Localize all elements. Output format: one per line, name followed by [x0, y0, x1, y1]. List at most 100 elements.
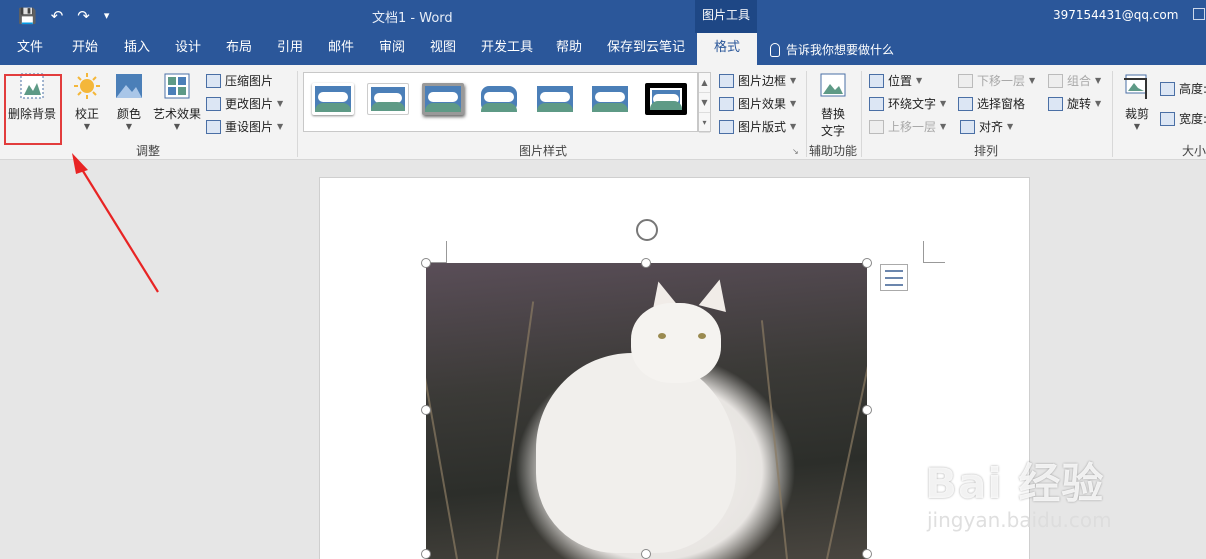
cat-ear [698, 276, 734, 312]
tab-save-to-cloud-note[interactable]: 保存到云笔记 [607, 33, 685, 65]
group-objects-button[interactable]: 组合 ▼ [1048, 72, 1101, 89]
change-picture-button[interactable]: 更改图片 ▼ [206, 95, 283, 112]
user-account[interactable]: 397154431@qq.com [1053, 8, 1178, 22]
tab-file[interactable]: 文件 [17, 33, 43, 65]
dialog-launcher-icon[interactable]: ↘ [792, 147, 799, 156]
group-objects-icon [1048, 73, 1063, 88]
rotate-handle-icon[interactable] [636, 219, 658, 241]
layout-options-icon[interactable] [880, 264, 908, 291]
wrap-text-label: 环绕文字 [888, 97, 937, 111]
compress-pictures-button[interactable]: 压缩图片 [206, 72, 273, 89]
tell-me-search[interactable]: 告诉我你想要做什么 [770, 41, 894, 58]
style-thumbnail[interactable] [312, 83, 354, 115]
position-button[interactable]: 位置 ▼ [869, 72, 922, 89]
selection-pane-button[interactable]: 选择窗格 [958, 95, 1025, 112]
chevron-down-icon: ▼ [940, 122, 947, 131]
tab-insert[interactable]: 插入 [124, 33, 150, 65]
tab-review[interactable]: 审阅 [379, 33, 405, 65]
style-thumbnail[interactable] [478, 83, 520, 115]
tab-mailings[interactable]: 邮件 [328, 33, 354, 65]
cat-picture[interactable] [426, 263, 867, 559]
group-objects-label: 组合 [1067, 74, 1092, 88]
resize-handle[interactable] [862, 258, 872, 268]
align-label: 对齐 [979, 120, 1004, 134]
cat-head [631, 303, 721, 383]
reset-picture-icon [206, 119, 221, 134]
picture-effects-icon [719, 96, 734, 111]
group-separator [1112, 71, 1113, 157]
quick-access-toolbar: 💾 ↶ ↷ ▾ [18, 6, 109, 26]
width-field[interactable]: 宽度: [1160, 110, 1206, 127]
resize-handle[interactable] [421, 549, 431, 559]
resize-handle[interactable] [862, 549, 872, 559]
bring-forward-button[interactable]: 上移一层 ▼ [869, 118, 946, 135]
chevron-down-icon: ▼ [125, 122, 133, 131]
style-thumbnail[interactable] [422, 83, 464, 115]
gallery-scroll[interactable]: ▲ ▼ ▾ [698, 72, 711, 133]
tab-help[interactable]: 帮助 [556, 33, 582, 65]
corrections-label: 校正 [74, 107, 99, 121]
style-thumbnail[interactable] [589, 83, 631, 115]
position-icon [869, 73, 884, 88]
align-button[interactable]: 对齐 ▼ [960, 118, 1013, 135]
resize-handle[interactable] [641, 258, 651, 268]
gallery-down-icon[interactable]: ▼ [699, 93, 710, 113]
rotate-icon [1048, 96, 1063, 111]
style-thumbnail[interactable] [367, 83, 409, 115]
reset-picture-label: 重设图片 [225, 120, 274, 134]
corrections-button[interactable]: 校正 ▼ [70, 71, 104, 131]
tab-home[interactable]: 开始 [72, 33, 98, 65]
picture-styles-group-label: 图片样式 [519, 144, 568, 158]
resize-handle[interactable] [862, 405, 872, 415]
artistic-effects-button[interactable]: 艺术效果 ▼ [150, 71, 204, 131]
resize-handle[interactable] [421, 405, 431, 415]
send-backward-button[interactable]: 下移一层 ▼ [958, 72, 1035, 89]
undo-icon[interactable]: ↶ [51, 6, 64, 26]
gallery-more-icon[interactable]: ▾ [699, 113, 710, 133]
compress-icon [206, 73, 221, 88]
resize-handle[interactable] [641, 549, 651, 559]
watermark-logo: Bai 经验 [925, 459, 1105, 508]
picture-styles-gallery [303, 72, 698, 132]
rotate-label: 旋转 [1067, 97, 1092, 111]
crop-button[interactable]: 裁剪 ▼ [1119, 71, 1155, 131]
sun-icon [74, 73, 100, 99]
picture-effects-button[interactable]: 图片效果 ▼ [719, 95, 796, 112]
grass-stroke [826, 294, 867, 559]
tab-developer[interactable]: 开发工具 [481, 33, 533, 65]
rotate-button[interactable]: 旋转 ▼ [1048, 95, 1101, 112]
alt-text-label-line1: 替换 [820, 107, 845, 121]
height-field[interactable]: 高度: [1160, 80, 1206, 97]
alt-text-button[interactable]: 替换 文字 [815, 71, 851, 139]
watermark-url: jingyan.baidu.com [927, 508, 1112, 532]
margin-corner-mark [923, 241, 945, 263]
gallery-up-icon[interactable]: ▲ [699, 73, 710, 93]
tab-format[interactable]: 格式 [697, 33, 757, 65]
chevron-down-icon: ▼ [277, 122, 284, 131]
bring-forward-icon [869, 119, 884, 134]
redo-icon[interactable]: ↷ [77, 6, 90, 26]
style-thumbnail[interactable] [645, 83, 687, 115]
color-button[interactable]: 颜色 ▼ [112, 71, 146, 131]
restore-window-icon[interactable] [1193, 8, 1205, 20]
customize-qat-icon[interactable]: ▾ [104, 6, 110, 26]
tab-view[interactable]: 视图 [430, 33, 456, 65]
chevron-down-icon: ▼ [83, 122, 91, 131]
baidu-jingyan-watermark: Bai 经验 jingyan.baidu.com [925, 450, 1112, 532]
picture-layout-button[interactable]: 图片版式 ▼ [719, 118, 796, 135]
width-label: 宽度: [1179, 112, 1206, 126]
style-thumbnail[interactable] [534, 83, 576, 115]
wrap-text-button[interactable]: 环绕文字 ▼ [869, 95, 946, 112]
tab-layout[interactable]: 布局 [226, 33, 252, 65]
position-label: 位置 [888, 74, 913, 88]
tab-references[interactable]: 引用 [277, 33, 303, 65]
resize-handle[interactable] [421, 258, 431, 268]
tab-design[interactable]: 设计 [175, 33, 201, 65]
color-label: 颜色 [116, 107, 141, 121]
align-icon [960, 119, 975, 134]
reset-picture-button[interactable]: 重设图片 ▼ [206, 118, 283, 135]
chevron-down-icon: ▼ [790, 122, 797, 131]
save-icon[interactable]: 💾 [18, 6, 37, 26]
chevron-down-icon: ▼ [1095, 99, 1102, 108]
picture-border-button[interactable]: 图片边框 ▼ [719, 72, 796, 89]
